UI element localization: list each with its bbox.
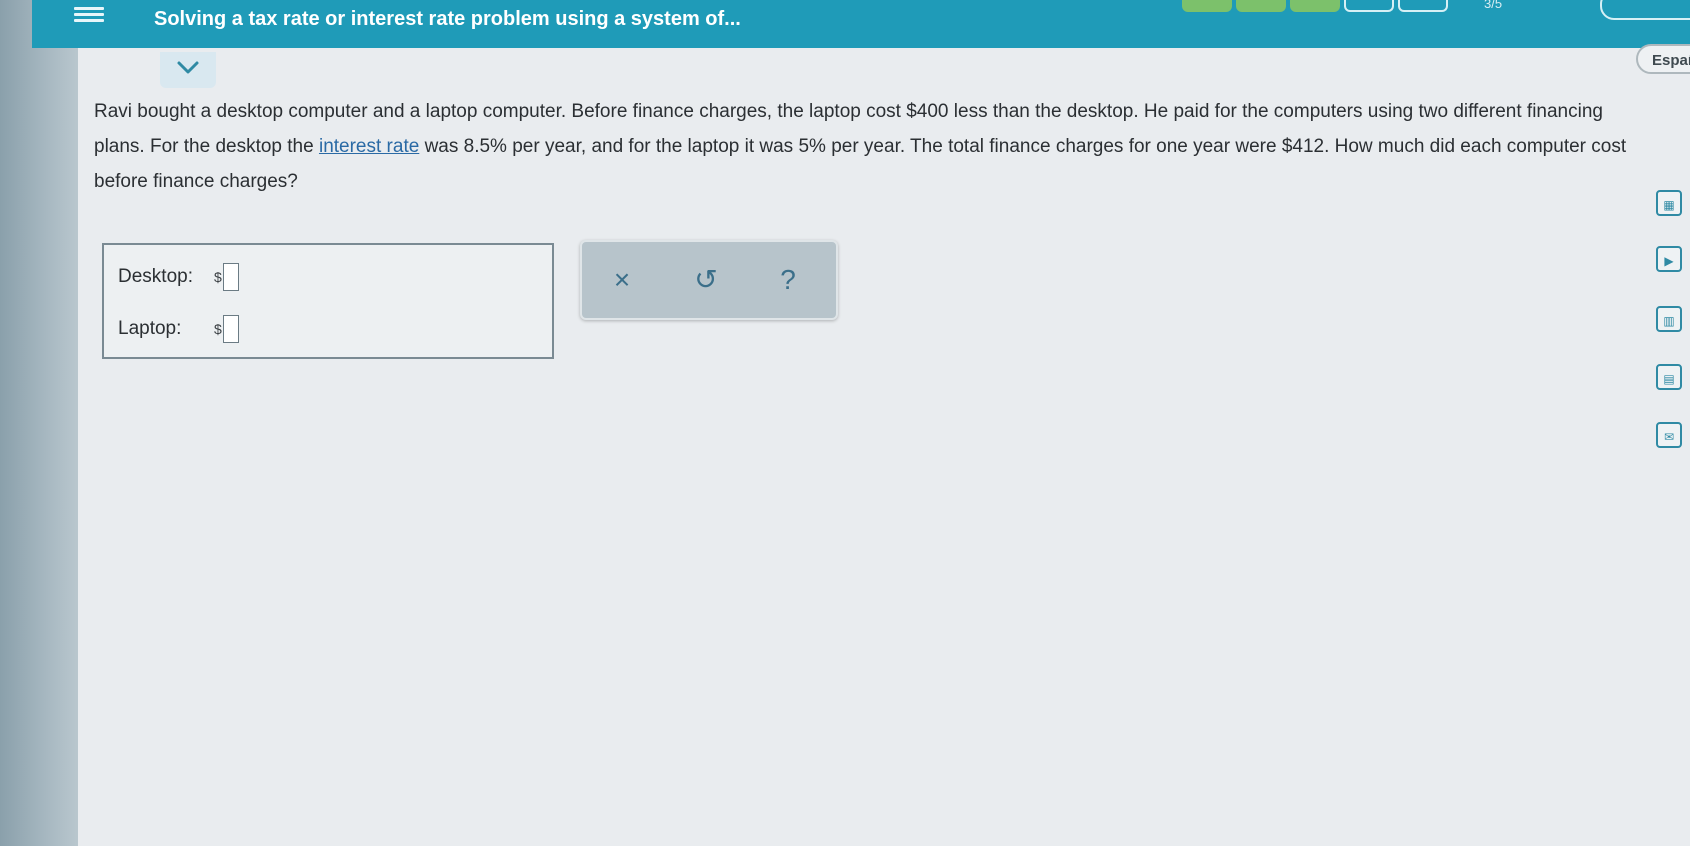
- progress-label: 3/5: [1484, 0, 1503, 11]
- collapse-toggle[interactable]: [160, 52, 216, 88]
- problem-statement: Ravi bought a desktop computer and a lap…: [94, 94, 1654, 199]
- laptop-input[interactable]: [222, 315, 239, 343]
- progress-segment: [1398, 0, 1448, 12]
- progress-bar: [1182, 0, 1448, 12]
- interest-rate-link[interactable]: interest rate: [319, 136, 419, 157]
- progress-segment: [1236, 0, 1286, 12]
- left-screen-edge: [0, 0, 78, 846]
- header-bar: Solving a tax rate or interest rate prob…: [32, 0, 1690, 48]
- chevron-down-icon: [177, 61, 199, 74]
- currency-symbol: $: [214, 321, 222, 338]
- glossary-icon[interactable]: ▤: [1656, 364, 1682, 390]
- page-title: Solving a tax rate or interest rate prob…: [154, 8, 741, 30]
- top-right-button[interactable]: [1600, 0, 1690, 20]
- laptop-row: Laptop: $: [118, 315, 239, 343]
- main-content: Españo Ravi bought a desktop computer an…: [78, 44, 1690, 846]
- answer-toolbar: × ↺ ?: [580, 240, 838, 320]
- textbook-icon[interactable]: ▥: [1656, 306, 1682, 332]
- desktop-label: Desktop:: [118, 266, 193, 288]
- clear-icon[interactable]: ×: [602, 260, 642, 300]
- answer-box: Desktop: $ Laptop: $: [102, 243, 554, 359]
- calculator-icon[interactable]: ▦: [1656, 190, 1682, 216]
- message-icon[interactable]: ✉: [1656, 422, 1682, 448]
- progress-segment: [1290, 0, 1340, 12]
- video-icon[interactable]: ▶: [1656, 246, 1682, 272]
- progress-segment: [1182, 0, 1232, 12]
- desktop-row: Desktop: $: [118, 263, 239, 291]
- language-button[interactable]: Españo: [1636, 44, 1690, 74]
- currency-symbol: $: [214, 269, 222, 286]
- laptop-label: Laptop:: [118, 318, 182, 340]
- desktop-input[interactable]: [222, 263, 239, 291]
- menu-icon[interactable]: [74, 4, 104, 26]
- undo-icon[interactable]: ↺: [686, 260, 726, 300]
- help-icon[interactable]: ?: [768, 260, 808, 300]
- progress-segment: [1344, 0, 1394, 12]
